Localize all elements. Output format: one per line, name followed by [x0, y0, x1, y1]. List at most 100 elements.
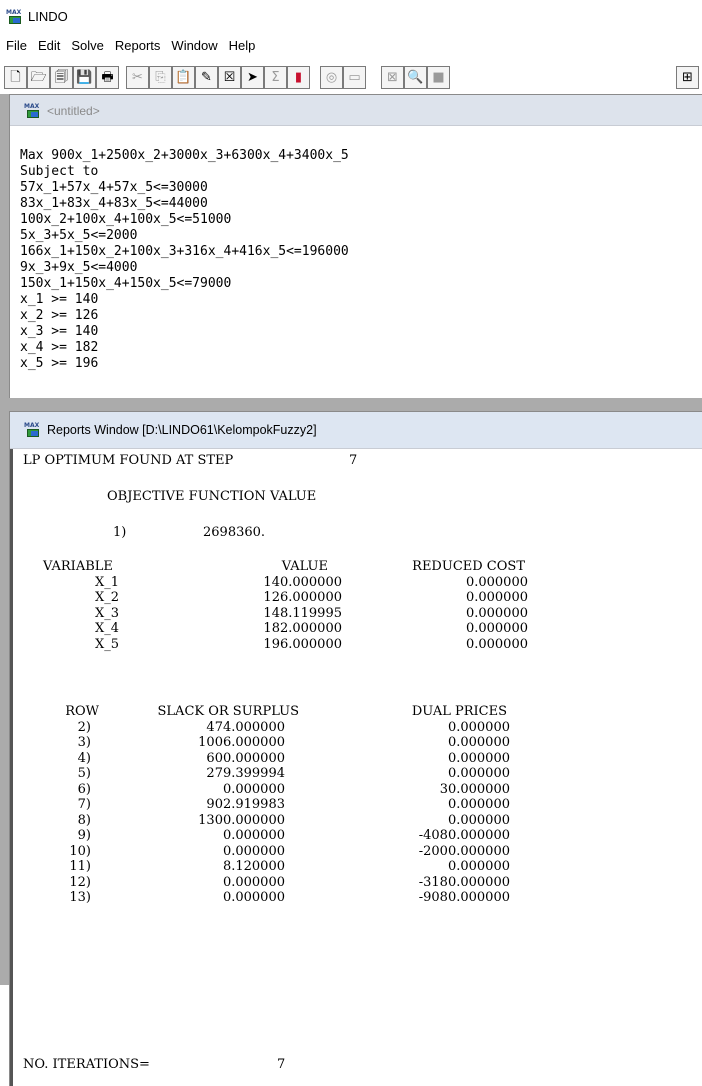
row-id: 5)	[77, 766, 91, 782]
print-icon[interactable]: 🖶	[96, 66, 119, 89]
table-row: 10) 0.000000 -2000.000000	[39, 844, 510, 860]
dual-price: -9080.000000	[418, 890, 510, 906]
copy-icon[interactable]: ⎘	[149, 66, 172, 89]
report-text[interactable]: LP OPTIMUM FOUND AT STEP 7 OBJECTIVE FUN…	[10, 449, 702, 1086]
table-row: 7) 902.919983 0.000000	[39, 797, 510, 813]
table-row: 5) 279.399994 0.000000	[39, 766, 510, 782]
constraint-line: 57x_1+57x_4+57x_5<=30000	[20, 180, 208, 195]
cut-icon[interactable]: ✂	[126, 66, 149, 89]
menu-bar: File Edit Solve Reports Window Help	[0, 34, 702, 58]
find-icon[interactable]: ✎	[195, 66, 218, 89]
window-icon[interactable]: ▭	[343, 66, 366, 89]
model-window-titlebar[interactable]: MAX <untitled>	[10, 95, 702, 126]
row-id: 11)	[69, 859, 91, 875]
sum-icon[interactable]: Σ	[264, 66, 287, 89]
menu-edit[interactable]: Edit	[32, 34, 65, 53]
reports-window-titlebar[interactable]: MAX Reports Window [D:\LINDO61\KelompokF…	[10, 412, 702, 449]
optimum-found-label: LP OPTIMUM FOUND AT STEP	[23, 453, 234, 468]
slack-value: 8.120000	[222, 859, 285, 875]
reduced-cost: 0.000000	[465, 605, 528, 621]
dual-price: 0.000000	[447, 812, 510, 828]
reduced-cost: 0.000000	[465, 636, 528, 652]
model-editor[interactable]: Max 900x_1+2500x_2+3000x_3+6300x_4+3400x…	[20, 148, 349, 372]
row-id: 4)	[77, 750, 91, 766]
title-bar: MAX LINDO	[0, 0, 702, 34]
dual-price: 0.000000	[447, 719, 510, 735]
row-id: 13)	[69, 890, 91, 906]
slack-value: 600.000000	[206, 750, 285, 766]
view-icon[interactable]: 🗐	[50, 66, 73, 89]
open-icon[interactable]: 🗁	[27, 66, 50, 89]
save-icon[interactable]: 💾	[73, 66, 96, 89]
new-icon[interactable]: 🗋	[4, 66, 27, 89]
table-row: 11) 8.120000 0.000000	[39, 859, 510, 875]
reduced-cost: 0.000000	[465, 621, 528, 637]
close-box-icon[interactable]: ☒	[218, 66, 241, 89]
variable-value: 196.000000	[263, 636, 342, 652]
row-id: 8)	[77, 812, 91, 828]
subject-to-line: Subject to	[20, 164, 99, 179]
bound-line: x_3 >= 140	[20, 324, 99, 339]
table-row: X_1 140.000000 0.000000	[39, 575, 528, 591]
menu-solve[interactable]: Solve	[65, 34, 109, 53]
variable-name: X_5	[95, 636, 120, 652]
zoom-icon[interactable]: 🔍	[404, 66, 427, 89]
reduced-cost-header: REDUCED COST	[412, 559, 525, 575]
table-row: X_4 182.000000 0.000000	[39, 621, 528, 637]
slack-value: 1300.000000	[198, 812, 285, 828]
row-id: 3)	[77, 735, 91, 751]
reduced-cost: 0.000000	[465, 574, 528, 590]
lindo-app-icon[interactable]: MAX	[6, 10, 22, 24]
variable-name: X_1	[95, 574, 120, 590]
slack-value: 902.919983	[206, 797, 285, 813]
objective-function-label: OBJECTIVE FUNCTION VALUE	[107, 489, 317, 504]
options-icon[interactable]: ◎	[320, 66, 343, 89]
paste-icon[interactable]: 📋	[172, 66, 195, 89]
variable-value: 126.000000	[263, 590, 342, 606]
reduced-cost: 0.000000	[465, 590, 528, 606]
table-row: 9) 0.000000 -4080.000000	[39, 828, 510, 844]
variable-name: X_2	[95, 590, 120, 606]
objective-line: Max 900x_1+2500x_2+3000x_3+6300x_4+3400x…	[20, 148, 349, 163]
row-id: 9)	[77, 828, 91, 844]
menu-help[interactable]: Help	[223, 34, 261, 53]
dual-price: -2000.000000	[418, 843, 510, 859]
constraint-line: 100x_2+100x_4+100x_5<=51000	[20, 212, 232, 227]
slack-value: 279.399994	[206, 766, 285, 782]
traffic-light-icon[interactable]: ▮	[287, 66, 310, 89]
slack-value: 1006.000000	[198, 735, 285, 751]
row-id: 7)	[77, 797, 91, 813]
variable-name: X_3	[95, 605, 120, 621]
iterations-value: 7	[277, 1057, 286, 1072]
reports-window-title: Reports Window [D:\LINDO61\KelompokFuzzy…	[47, 423, 317, 437]
network-icon[interactable]: ⊞	[676, 66, 699, 89]
constraint-line: 83x_1+83x_4+83x_5<=44000	[20, 196, 208, 211]
menu-reports[interactable]: Reports	[109, 34, 166, 53]
constraint-line: 5x_3+5x_5<=2000	[20, 228, 138, 243]
variable-value: 182.000000	[263, 621, 342, 637]
model-window[interactable]: MAX <untitled> Max 900x_1+2500x_2+3000x_…	[9, 94, 702, 398]
tile-icon[interactable]: ⊠	[381, 66, 404, 89]
dual-price: 0.000000	[447, 859, 510, 875]
optimum-step-value: 7	[349, 453, 358, 468]
row-id: 12)	[69, 874, 91, 890]
row-id: 10)	[69, 843, 91, 859]
variable-value: 148.119995	[263, 605, 342, 621]
table-row: X_5 196.000000 0.000000	[39, 637, 528, 653]
bound-line: x_5 >= 196	[20, 356, 99, 371]
objective-row-label: 1)	[113, 525, 127, 540]
constraint-line: 166x_1+150x_2+100x_3+316x_4+416x_5<=1960…	[20, 244, 349, 259]
table-row: 13) 0.000000 -9080.000000	[39, 890, 510, 906]
model-window-title: <untitled>	[47, 104, 100, 118]
slack-value: 0.000000	[222, 874, 285, 890]
table-row: 4) 600.000000 0.000000	[39, 751, 510, 767]
menu-window[interactable]: Window	[165, 34, 222, 53]
dual-price: 0.000000	[447, 766, 510, 782]
toolbar: 🗋 🗁 🗐 💾 🖶 ✂ ⎘ 📋 ✎ ☒ ➤ Σ ▮ ◎ ▭ ⊠ 🔍 ■ ⊞	[0, 58, 702, 94]
menu-file[interactable]: File	[0, 34, 32, 53]
stop-icon[interactable]: ■	[427, 66, 450, 89]
variable-header: VARIABLE	[43, 559, 113, 575]
iterations-label: NO. ITERATIONS=	[23, 1057, 150, 1072]
row-id: 6)	[77, 781, 91, 797]
goto-icon[interactable]: ➤	[241, 66, 264, 89]
